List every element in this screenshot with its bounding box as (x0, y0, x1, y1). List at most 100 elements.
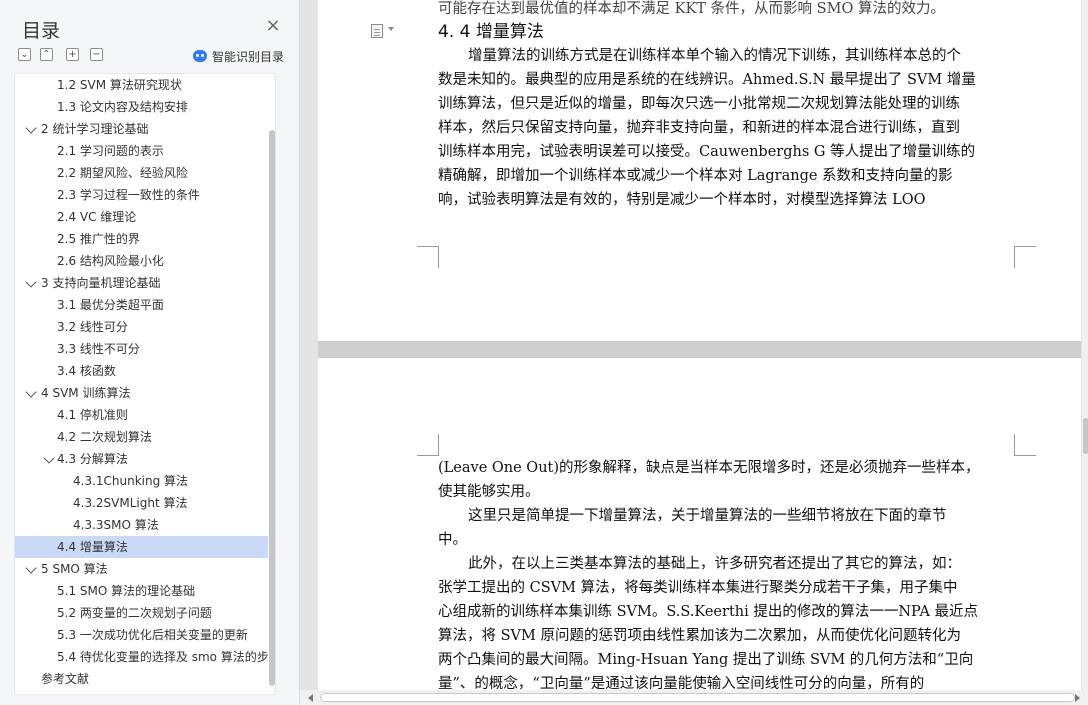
ai-toc-label: 智能识别目录 (212, 49, 285, 64)
toc-item[interactable]: 3 支持向量机理论基础 (15, 272, 268, 294)
toc-item-label: 5.4 待优化变量的选择及 smo 算法的步骤 (57, 650, 268, 664)
toc-item-label: 3 支持向量机理论基础 (41, 276, 161, 290)
paragraph-line: 使其能够实用。 (438, 484, 540, 500)
toc-panel: 目录 × ⌄ ⌃ + − 智能识别目录 1.2 SVM 算法研究现状 1.3 论文… (0, 0, 300, 705)
toc-item-label: 2 统计学习理论基础 (41, 122, 149, 136)
toc-item-label: 5 SMO 算法 (41, 562, 108, 576)
toc-item-label: 3.4 核函数 (57, 364, 116, 378)
toc-item[interactable]: 1.2 SVM 算法研究现状 (15, 74, 268, 96)
toc-item-label: 3.1 最优分类超平面 (57, 298, 164, 312)
toc-item[interactable]: 4.2 二次规划算法 (15, 426, 268, 448)
toc-item-label: 5.1 SMO 算法的理论基础 (57, 584, 196, 598)
document-page-1[interactable]: 可能存在达到最优值的样本却不满足 KKT 条件，从而影响 SMO 算法的效力。 … (318, 0, 1081, 341)
crop-mark (417, 246, 439, 268)
document-page-2[interactable]: (Leave One Out)的形象解释，缺点是当样本无限增多时，还是必须抛弃一… (318, 358, 1081, 692)
paragraph-line: (Leave One Out)的形象解释，缺点是当样本无限增多时，还是必须抛弃一… (438, 460, 980, 476)
toc-item-label: 1.2 SVM 算法研究现状 (57, 78, 182, 92)
toc-item-label: 3.3 线性不可分 (57, 342, 140, 356)
toc-item[interactable]: 4.3.1Chunking 算法 (15, 470, 268, 492)
toc-item[interactable]: 3.2 线性可分 (15, 316, 268, 338)
toc-item[interactable]: 2.2 期望风险、经验风险 (15, 162, 268, 184)
toc-item[interactable]: 3.3 线性不可分 (15, 338, 268, 360)
paragraph-line: 张学工提出的 CSVM 算法，将每类训练样本集进行聚类分成若干子集，用子集中 (438, 580, 958, 596)
crop-mark (1014, 434, 1036, 456)
paragraph-line: 两个凸集间的最大间隔。Ming-Hsuan Yang 提出了训练 SVM 的几何… (438, 652, 974, 668)
toc-item-label: 参考文献 (41, 672, 90, 686)
chevron-down-icon[interactable] (25, 386, 37, 398)
toc-item-label: 4.4 增量算法 (57, 540, 128, 554)
toc-item[interactable]: 5.3 一次成功优化后相关变量的更新 (15, 624, 268, 646)
toc-item-label: 2.5 推广性的界 (57, 232, 140, 246)
toc-item[interactable]: 4.3.2SVMLight 算法 (15, 492, 268, 514)
paragraph-line: 中。 (438, 532, 467, 548)
toc-item-label: 2.6 结构风险最小化 (57, 254, 164, 268)
paragraph-line: 这里只是简单提一下增量算法，关于增量算法的一些细节将放在下面的章节 (468, 508, 947, 524)
toc-item[interactable]: 参考文献 (15, 668, 268, 690)
scroll-right-icon[interactable] (1075, 694, 1080, 702)
toc-item-label: 2.1 学习问题的表示 (57, 144, 164, 158)
toc-item-label: 2.4 VC 维理论 (57, 210, 137, 224)
toc-item[interactable]: 2.5 推广性的界 (15, 228, 268, 250)
paragraph-line: 增量算法的训练方式是在训练样本单个输入的情况下训练，其训练样本总的个 (468, 48, 961, 64)
document-icon[interactable] (371, 24, 383, 38)
toc-item[interactable]: 3.4 核函数 (15, 360, 268, 382)
paragraph-line: 可能存在达到最优值的样本却不满足 KKT 条件，从而影响 SMO 算法的效力。 (438, 1, 945, 17)
vertical-scroll-thumb[interactable] (1083, 418, 1088, 454)
toc-item[interactable]: 2.6 结构风险最小化 (15, 250, 268, 272)
toc-item[interactable]: 4.3 分解算法 (15, 448, 268, 470)
document-area: 可能存在达到最优值的样本却不满足 KKT 条件，从而影响 SMO 算法的效力。 … (300, 0, 1088, 705)
paragraph-line: 心组成新的训练样本集训练 SVM。S.S.Keerthi 提出的修改的算法一一N… (438, 604, 979, 620)
remove-heading-button[interactable]: − (90, 48, 103, 61)
scroll-left-icon[interactable] (308, 694, 313, 702)
collapse-all-button[interactable]: ⌄ (18, 48, 31, 61)
toc-item-label: 4.3.1Chunking 算法 (73, 474, 189, 488)
crop-mark (417, 434, 439, 456)
toc-item[interactable]: 3.1 最优分类超平面 (15, 294, 268, 316)
horizontal-scroll-thumb[interactable] (320, 693, 1075, 702)
page-separator (318, 341, 1081, 358)
add-heading-button[interactable]: + (66, 48, 79, 61)
caret-down-icon[interactable] (388, 27, 394, 31)
toc-item-label: 4.1 停机准则 (57, 408, 128, 422)
toc-item-label: 4.2 二次规划算法 (57, 430, 152, 444)
toc-scrollbar[interactable] (269, 130, 275, 686)
paragraph-line: 精确解，即增加一个训练样本或减少一个样本对 Lagrange 系数和支持向量的影 (438, 168, 953, 184)
expand-up-button[interactable]: ⌃ (40, 48, 53, 61)
toc-item[interactable]: 4.4 增量算法 (15, 536, 268, 558)
toc-item-label: 4 SVM 训练算法 (41, 386, 131, 400)
toc-item[interactable]: 2 统计学习理论基础 (15, 118, 268, 140)
toc-item[interactable]: 4.3.3SMO 算法 (15, 514, 268, 536)
toc-title: 目录 (22, 20, 61, 42)
toc-item[interactable]: 2.1 学习问题的表示 (15, 140, 268, 162)
close-icon[interactable]: × (264, 17, 282, 35)
toc-item[interactable]: 5.2 两变量的二次规划子问题 (15, 602, 268, 624)
chevron-down-icon[interactable] (25, 122, 37, 134)
chevron-down-icon[interactable] (25, 276, 37, 288)
toc-item[interactable]: 4 SVM 训练算法 (15, 382, 268, 404)
ai-toc-button[interactable]: 智能识别目录 (193, 47, 284, 65)
toc-item[interactable]: 2.3 学习过程一致性的条件 (15, 184, 268, 206)
chevron-down-icon[interactable] (25, 562, 37, 574)
paragraph-line: 训练算法，但只是近似的增量，即每次只选一小批常规二次规划算法能处理的训练 (438, 96, 960, 112)
toc-item[interactable]: 1.3 论文内容及结构安排 (15, 96, 268, 118)
toc-item-label: 3.2 线性可分 (57, 320, 128, 334)
paragraph-line: 数是未知的。最典型的应用是系统的在线辨识。Ahmed.S.N 最早提出了 SVM… (438, 72, 976, 88)
chevron-down-icon[interactable] (43, 452, 55, 464)
toc-item[interactable]: 5 SMO 算法 (15, 558, 268, 580)
toc-list[interactable]: 1.2 SVM 算法研究现状 1.3 论文内容及结构安排 2 统计学习理论基础 2.1… (14, 73, 276, 695)
toc-item-label: 2.2 期望风险、经验风险 (57, 166, 188, 180)
ai-robot-icon (193, 50, 207, 62)
vertical-scrollbar[interactable] (1082, 0, 1088, 690)
toc-item-label: 2.3 学习过程一致性的条件 (57, 188, 200, 202)
toc-item-label: 4.3.3SMO 算法 (73, 518, 159, 532)
toc-item[interactable]: 5.1 SMO 算法的理论基础 (15, 580, 268, 602)
toc-item[interactable]: 4.1 停机准则 (15, 404, 268, 426)
toc-item-label: 4.3.2SVMLight 算法 (73, 496, 188, 510)
toc-item[interactable]: 2.4 VC 维理论 (15, 206, 268, 228)
toc-item[interactable]: 5.4 待优化变量的选择及 smo 算法的步骤 (15, 646, 268, 668)
toc-item-label: 1.3 论文内容及结构安排 (57, 100, 188, 114)
toc-item-label: 4.3 分解算法 (57, 452, 128, 466)
section-heading: 4. 4 增量算法 (438, 22, 544, 42)
paragraph-line: 此外，在以上三类基本算法的基础上，许多研究者还提出了其它的算法，如： (468, 556, 961, 572)
crop-mark (1014, 246, 1036, 268)
